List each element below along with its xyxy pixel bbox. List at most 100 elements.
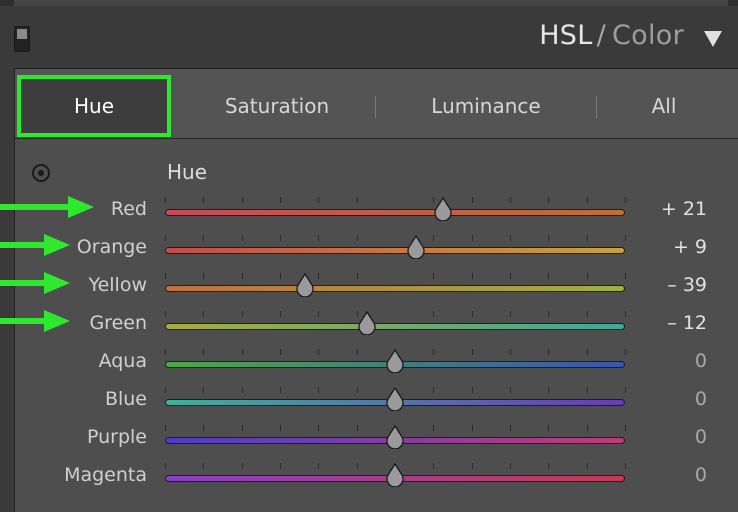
title-separator: / xyxy=(596,20,606,51)
title-hsl[interactable]: HSL xyxy=(539,20,592,51)
slider-tick xyxy=(471,349,473,355)
slider-value[interactable]: – 39 xyxy=(667,274,707,296)
slider-thumb-icon[interactable] xyxy=(406,235,426,259)
slider-thumb-icon[interactable] xyxy=(385,349,405,373)
slider-tick xyxy=(241,273,243,279)
slider-tick xyxy=(165,235,166,241)
slider-tick xyxy=(318,425,320,431)
slider-tick xyxy=(471,463,473,469)
slider-value[interactable]: + 9 xyxy=(673,236,707,258)
slider-row-purple: Purple 0 xyxy=(15,420,738,458)
panel-title: HSL / Color xyxy=(539,20,684,51)
slider-value[interactable]: 0 xyxy=(695,350,707,372)
slider-tick xyxy=(433,273,435,279)
slider-ticks xyxy=(165,273,626,281)
slider-tick xyxy=(280,349,281,355)
slider-thumb-icon[interactable] xyxy=(385,387,405,411)
slider-tick xyxy=(510,387,511,393)
slider-label: Aqua xyxy=(98,350,147,372)
slider-tick xyxy=(318,235,320,241)
tab-saturation-label: Saturation xyxy=(224,94,330,118)
slider-tick xyxy=(625,463,626,469)
slider-tick xyxy=(241,425,243,431)
slider-tick xyxy=(471,197,473,203)
panel-header[interactable]: HSL / Color xyxy=(0,6,738,64)
slider-tick xyxy=(433,235,435,241)
arrow-right-icon xyxy=(0,310,70,332)
slider-tick xyxy=(203,197,205,203)
slider-tick xyxy=(471,235,473,241)
slider-tick xyxy=(548,311,550,317)
slider-tick xyxy=(203,349,205,355)
slider-tick xyxy=(318,311,320,317)
slider-tick xyxy=(241,387,243,393)
slider-tick xyxy=(433,425,435,431)
slider-tick xyxy=(625,425,626,431)
slider-tick xyxy=(548,463,550,469)
tab-hue-label: Hue xyxy=(73,94,115,118)
slider-ticks xyxy=(165,311,626,319)
section-label: Hue xyxy=(167,160,208,184)
tab-divider xyxy=(375,96,376,118)
slider-thumb-icon[interactable] xyxy=(357,311,377,335)
slider-tick xyxy=(318,349,320,355)
slider-tick xyxy=(280,425,281,431)
slider-tick xyxy=(356,425,358,431)
slider-tick xyxy=(203,387,205,393)
slider-thumb-icon[interactable] xyxy=(385,463,405,487)
slider-thumb-icon[interactable] xyxy=(433,197,453,221)
panel-toggle-icon[interactable] xyxy=(14,26,30,52)
targeted-adjustment-icon[interactable] xyxy=(32,164,50,182)
slider-tick xyxy=(625,311,626,317)
slider-track-yellow[interactable] xyxy=(165,285,625,292)
tab-all-label: All xyxy=(651,94,677,118)
triangle-down-icon[interactable] xyxy=(703,30,723,48)
slider-ticks xyxy=(165,197,626,205)
slider-tick xyxy=(586,273,588,279)
tab-saturation[interactable]: Saturation xyxy=(179,75,375,137)
slider-tick xyxy=(548,197,550,203)
slider-tick xyxy=(586,197,588,203)
slider-thumb-icon[interactable] xyxy=(295,273,315,297)
slider-tick xyxy=(203,463,205,469)
slider-value[interactable]: 0 xyxy=(695,388,707,410)
slider-tick xyxy=(280,311,281,317)
slider-tick xyxy=(356,463,358,469)
tab-luminance-label: Luminance xyxy=(431,94,541,118)
slider-tick xyxy=(280,463,281,469)
slider-tick xyxy=(510,197,511,203)
slider-tick xyxy=(586,349,588,355)
tab-all[interactable]: All xyxy=(597,75,731,137)
slider-tick xyxy=(586,463,588,469)
slider-tick xyxy=(433,463,435,469)
slider-value[interactable]: + 21 xyxy=(661,198,707,220)
slider-tick xyxy=(548,425,550,431)
slider-tick xyxy=(165,425,166,431)
slider-tick xyxy=(318,387,320,393)
slider-tick xyxy=(356,235,358,241)
slider-tick xyxy=(280,235,281,241)
slider-value[interactable]: 0 xyxy=(695,464,707,486)
title-color[interactable]: Color xyxy=(612,20,684,51)
slider-row-orange: Orange + 9 xyxy=(15,230,738,268)
tab-luminance[interactable]: Luminance xyxy=(377,75,595,137)
slider-label: Green xyxy=(89,312,147,334)
slider-label: Orange xyxy=(76,236,147,258)
slider-tick xyxy=(433,311,435,317)
slider-value[interactable]: – 12 xyxy=(667,312,707,334)
slider-tick xyxy=(586,387,588,393)
slider-tick xyxy=(203,311,205,317)
slider-tick xyxy=(203,425,205,431)
slider-tick xyxy=(318,463,320,469)
slider-thumb-icon[interactable] xyxy=(385,425,405,449)
slider-value[interactable]: 0 xyxy=(695,426,707,448)
slider-track-red[interactable] xyxy=(165,209,625,216)
slider-track-green[interactable] xyxy=(165,323,625,330)
slider-tick xyxy=(548,273,550,279)
slider-track-orange[interactable] xyxy=(165,247,625,254)
slider-label: Red xyxy=(110,198,147,220)
slider-row-aqua: Aqua 0 xyxy=(15,344,738,382)
tab-hue[interactable]: Hue xyxy=(17,75,171,137)
toggle-knob xyxy=(17,29,27,39)
slider-tick xyxy=(471,273,473,279)
